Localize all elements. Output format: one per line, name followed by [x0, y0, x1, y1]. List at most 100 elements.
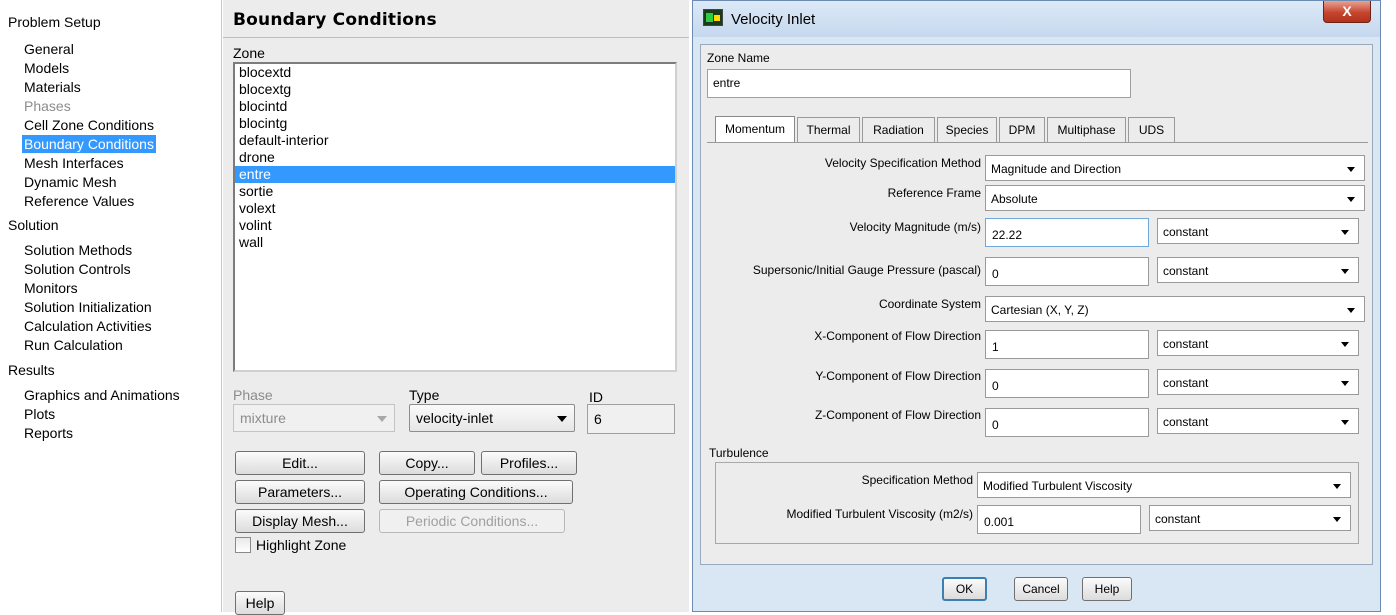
- tree-item-graphics-and-animations[interactable]: Graphics and Animations: [22, 386, 182, 404]
- y-direction-label: Y-Component of Flow Direction: [815, 369, 981, 383]
- chevron-down-icon: [1341, 381, 1349, 386]
- tab-species[interactable]: Species: [937, 117, 997, 142]
- velocity-magnitude-profile-select[interactable]: constant: [1157, 218, 1359, 244]
- zone-item[interactable]: blocextg: [235, 81, 675, 98]
- tree-section-problem-setup[interactable]: Problem Setup: [8, 14, 101, 30]
- tab-momentum[interactable]: Momentum: [715, 116, 795, 142]
- tree-item-plots[interactable]: Plots: [22, 405, 57, 423]
- chevron-down-icon: [1333, 484, 1341, 489]
- tree-item-solution-controls[interactable]: Solution Controls: [22, 260, 133, 278]
- tree-item-solution-initialization[interactable]: Solution Initialization: [22, 298, 154, 316]
- reference-frame-value: Absolute: [991, 192, 1038, 206]
- tree-item-materials[interactable]: Materials: [22, 78, 83, 96]
- turbulent-viscosity-profile-select[interactable]: constant: [1149, 505, 1351, 531]
- x-direction-label: X-Component of Flow Direction: [814, 329, 981, 343]
- tree-item-models[interactable]: Models: [22, 59, 71, 77]
- y-direction-input[interactable]: 0: [985, 369, 1149, 398]
- gauge-pressure-label: Supersonic/Initial Gauge Pressure (pasca…: [752, 263, 981, 277]
- profiles-button[interactable]: Profiles...: [481, 451, 577, 475]
- copy-button[interactable]: Copy...: [379, 451, 475, 475]
- zone-item[interactable]: drone: [235, 149, 675, 166]
- tree-item-dynamic-mesh[interactable]: Dynamic Mesh: [22, 173, 119, 191]
- tab-thermal[interactable]: Thermal: [797, 117, 860, 142]
- chevron-down-icon: [1333, 517, 1341, 522]
- zone-item[interactable]: blocintd: [235, 98, 675, 115]
- tab-uds[interactable]: UDS: [1128, 117, 1175, 142]
- zone-item[interactable]: blocintg: [235, 115, 675, 132]
- tab-multiphase[interactable]: Multiphase: [1047, 117, 1126, 142]
- tab-radiation[interactable]: Radiation: [862, 117, 935, 142]
- velocity-magnitude-label: Velocity Magnitude (m/s): [849, 220, 981, 234]
- dialog-titlebar[interactable]: Velocity Inlet X: [693, 1, 1380, 37]
- edit-button[interactable]: Edit...: [235, 451, 365, 475]
- tree-item-reference-values[interactable]: Reference Values: [22, 192, 136, 210]
- tree-item-phases: Phases: [24, 98, 71, 114]
- tab-dpm[interactable]: DPM: [999, 117, 1045, 142]
- tree-item-reports[interactable]: Reports: [22, 424, 75, 442]
- cancel-button[interactable]: Cancel: [1014, 577, 1068, 601]
- z-direction-profile-value: constant: [1163, 415, 1209, 429]
- phase-select: mixture: [233, 404, 395, 432]
- y-direction-profile-select[interactable]: constant: [1157, 369, 1359, 395]
- turbulent-viscosity-label: Modified Turbulent Viscosity (m2/s): [786, 507, 973, 521]
- close-button[interactable]: X: [1323, 1, 1371, 23]
- chevron-down-icon: [1341, 269, 1349, 274]
- tree-item-general[interactable]: General: [22, 40, 76, 58]
- coordinate-system-label: Coordinate System: [878, 297, 981, 311]
- operating-conditions-button[interactable]: Operating Conditions...: [379, 480, 573, 504]
- zone-item-selected[interactable]: entre: [235, 166, 675, 183]
- highlight-zone-checkbox[interactable]: [235, 537, 251, 553]
- tree-item-run-calculation[interactable]: Run Calculation: [22, 336, 125, 354]
- z-direction-profile-select[interactable]: constant: [1157, 408, 1359, 434]
- ok-button[interactable]: OK: [942, 577, 987, 601]
- velocity-spec-select[interactable]: Magnitude and Direction: [985, 155, 1365, 181]
- turbulence-spec-select[interactable]: Modified Turbulent Viscosity: [977, 472, 1351, 498]
- tree-section-results[interactable]: Results: [8, 362, 55, 378]
- phase-label: Phase: [233, 387, 273, 403]
- velocity-magnitude-input[interactable]: 22.22: [985, 218, 1149, 247]
- help-button[interactable]: Help: [235, 591, 285, 615]
- zone-item[interactable]: wall: [235, 234, 675, 251]
- velocity-spec-value: Magnitude and Direction: [991, 162, 1122, 176]
- turbulence-group-label: Turbulence: [709, 446, 769, 460]
- z-direction-label: Z-Component of Flow Direction: [814, 408, 981, 422]
- tree-item-solution-methods[interactable]: Solution Methods: [22, 241, 134, 259]
- help-button[interactable]: Help: [1082, 577, 1132, 601]
- reference-frame-label: Reference Frame: [887, 186, 981, 200]
- reference-frame-select[interactable]: Absolute: [985, 185, 1365, 211]
- zone-item[interactable]: default-interior: [235, 132, 675, 149]
- zone-name-input[interactable]: entre: [707, 69, 1131, 98]
- phase-select-value: mixture: [240, 410, 286, 426]
- panel-title: Boundary Conditions: [233, 10, 437, 30]
- zone-item[interactable]: sortie: [235, 183, 675, 200]
- zone-item[interactable]: volext: [235, 200, 675, 217]
- zone-item[interactable]: blocextd: [235, 64, 675, 81]
- tree-item-calculation-activities[interactable]: Calculation Activities: [22, 317, 154, 335]
- zone-item[interactable]: volint: [235, 217, 675, 234]
- display-mesh-button[interactable]: Display Mesh...: [235, 509, 365, 533]
- velocity-magnitude-profile-value: constant: [1163, 225, 1209, 239]
- turbulent-viscosity-input[interactable]: 0.001: [977, 505, 1141, 534]
- x-direction-profile-select[interactable]: constant: [1157, 330, 1359, 356]
- velocity-inlet-dialog: Velocity Inlet X Zone Name entre Momentu…: [692, 0, 1381, 612]
- chevron-down-icon: [377, 416, 387, 422]
- parameters-button[interactable]: Parameters...: [235, 480, 365, 504]
- coordinate-system-select[interactable]: Cartesian (X, Y, Z): [985, 296, 1365, 322]
- navigation-tree: Problem Setup General Models Materials P…: [0, 0, 222, 612]
- x-direction-profile-value: constant: [1163, 337, 1209, 351]
- zone-name-label: Zone Name: [707, 51, 770, 65]
- tree-item-cell-zone-conditions[interactable]: Cell Zone Conditions: [22, 116, 156, 134]
- gauge-pressure-input[interactable]: 0: [985, 257, 1149, 286]
- x-direction-input[interactable]: 1: [985, 330, 1149, 359]
- chevron-down-icon: [1341, 420, 1349, 425]
- gauge-pressure-profile-select[interactable]: constant: [1157, 257, 1359, 283]
- fluent-app-icon: [703, 9, 723, 26]
- tree-section-solution[interactable]: Solution: [8, 217, 59, 233]
- tree-item-monitors[interactable]: Monitors: [22, 279, 80, 297]
- tree-item-mesh-interfaces[interactable]: Mesh Interfaces: [22, 154, 126, 172]
- turbulence-spec-label: Specification Method: [861, 473, 973, 487]
- zone-list[interactable]: blocextd blocextg blocintd blocintg defa…: [233, 62, 677, 372]
- z-direction-input[interactable]: 0: [985, 408, 1149, 437]
- type-select[interactable]: velocity-inlet: [409, 404, 575, 432]
- tree-item-boundary-conditions[interactable]: Boundary Conditions: [22, 135, 156, 153]
